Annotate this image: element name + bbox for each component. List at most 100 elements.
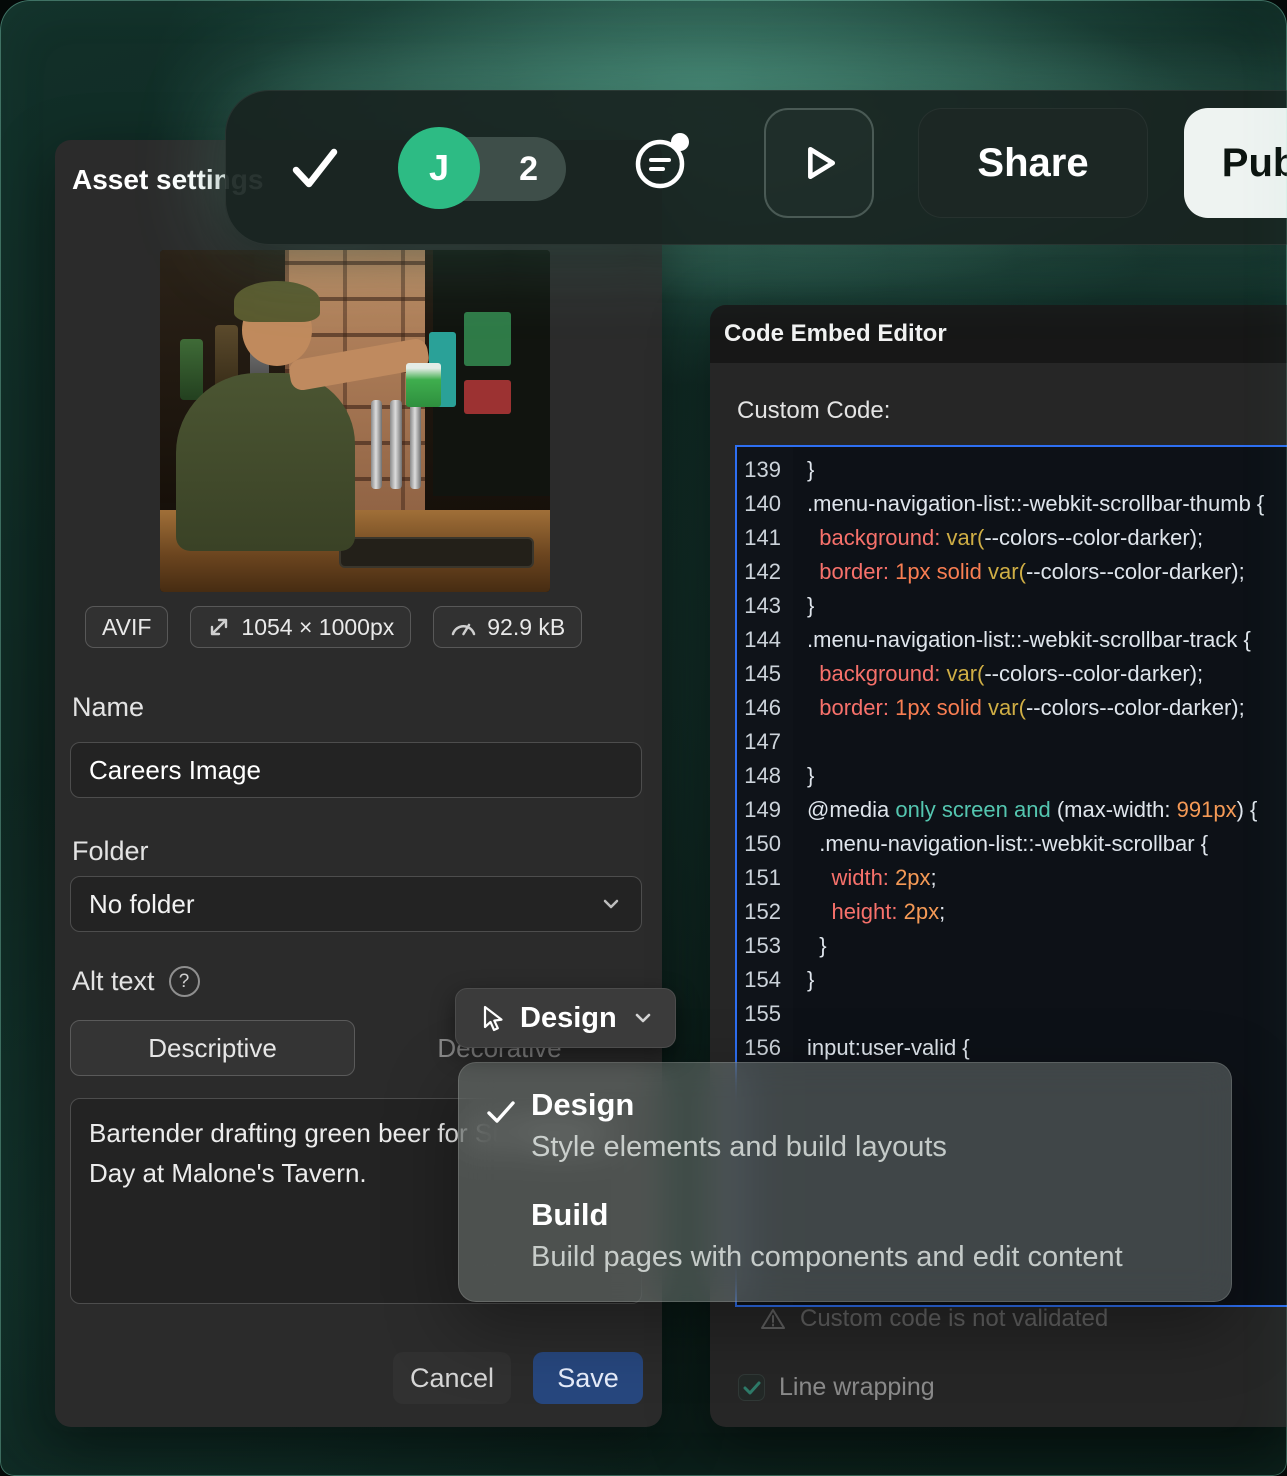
tab-descriptive-label: Descriptive: [148, 1033, 277, 1064]
line-wrapping-checkbox[interactable]: [738, 1374, 765, 1401]
mode-switcher-button[interactable]: Design: [455, 988, 676, 1048]
code-line[interactable]: 154}: [737, 963, 1287, 997]
photo-drip-tray: [339, 537, 534, 568]
code-line[interactable]: 153 }: [737, 929, 1287, 963]
line-number: 150: [737, 831, 793, 857]
code-line[interactable]: 147: [737, 725, 1287, 759]
menu-item-build-description: Build pages with components and edit con…: [531, 1241, 1123, 1274]
code-text: height: 2px;: [793, 899, 945, 925]
mode-switcher-label: Design: [520, 1002, 617, 1035]
dimensions-badge-label: 1054 × 1000px: [241, 614, 394, 641]
code-lines: 139}140.menu-navigation-list::-webkit-sc…: [737, 453, 1287, 1065]
photo-board-card: [464, 312, 511, 367]
alt-text-row: Alt text ?: [72, 966, 200, 997]
code-text: background: var(--colors--color-darker);: [793, 661, 1203, 687]
filesize-badge-label: 92.9 kB: [487, 614, 565, 641]
code-text: border: 1px solid var(--colors--color-da…: [793, 559, 1245, 585]
line-number: 156: [737, 1035, 793, 1061]
gauge-icon: [450, 616, 477, 638]
code-editor-title: Code Embed Editor: [724, 320, 947, 348]
line-number: 155: [737, 1001, 793, 1027]
line-number: 152: [737, 899, 793, 925]
photo-green-beer-glass: [406, 363, 441, 407]
share-button[interactable]: Share: [918, 108, 1148, 218]
code-line[interactable]: 140.menu-navigation-list::-webkit-scroll…: [737, 487, 1287, 521]
cursor-icon: [476, 1003, 506, 1033]
code-text: .menu-navigation-list::-webkit-scrollbar…: [793, 831, 1208, 857]
menu-item-build-label: Build: [531, 1197, 609, 1233]
code-line[interactable]: 145 background: var(--colors--color-dark…: [737, 657, 1287, 691]
format-badge-label: AVIF: [102, 614, 151, 641]
line-number: 151: [737, 865, 793, 891]
code-line[interactable]: 149@media only screen and (max-width: 99…: [737, 793, 1287, 827]
code-line[interactable]: 146 border: 1px solid var(--colors--colo…: [737, 691, 1287, 725]
code-line[interactable]: 152 height: 2px;: [737, 895, 1287, 929]
code-text: }: [793, 967, 814, 993]
code-line[interactable]: 150 .menu-navigation-list::-webkit-scrol…: [737, 827, 1287, 861]
publish-button[interactable]: Publish: [1184, 108, 1287, 218]
code-line[interactable]: 148}: [737, 759, 1287, 793]
line-number: 154: [737, 967, 793, 993]
code-line[interactable]: 142 border: 1px solid var(--colors--colo…: [737, 555, 1287, 589]
code-editor-header: Code Embed Editor: [710, 305, 1287, 363]
check-icon: [743, 1380, 761, 1396]
code-line[interactable]: 141 background: var(--colors--color-dark…: [737, 521, 1287, 555]
line-number: 142: [737, 559, 793, 585]
collaborator-count: 2: [519, 150, 538, 189]
photo-bottle: [180, 339, 203, 401]
saved-check-icon: [286, 139, 344, 197]
line-number: 147: [737, 729, 793, 755]
menu-item-build[interactable]: Build Build pages with components and ed…: [459, 1175, 1231, 1287]
code-text: width: 2px;: [793, 865, 937, 891]
filesize-badge: 92.9 kB: [433, 606, 582, 648]
photo-beer-tap: [410, 400, 422, 489]
code-line[interactable]: 143}: [737, 589, 1287, 623]
photo-bartender-torso: [176, 373, 355, 551]
name-input[interactable]: [70, 742, 642, 798]
code-line[interactable]: 151 width: 2px;: [737, 861, 1287, 895]
menu-item-design-description: Style elements and build layouts: [531, 1131, 947, 1164]
menu-item-design-label: Design: [531, 1087, 634, 1123]
app-screenshot: Asset settings AVIF: [0, 0, 1287, 1476]
top-toolbar: 2 J Share Publish: [225, 90, 1287, 245]
line-number: 153: [737, 933, 793, 959]
folder-select-value: No folder: [89, 889, 195, 920]
asset-preview-image: [160, 250, 550, 592]
cancel-button[interactable]: Cancel: [393, 1352, 511, 1404]
code-text: input:user-valid {: [793, 1035, 970, 1061]
code-line[interactable]: 144.menu-navigation-list::-webkit-scroll…: [737, 623, 1287, 657]
preview-button[interactable]: [764, 108, 874, 218]
line-number: 148: [737, 763, 793, 789]
code-text: background: var(--colors--color-darker);: [793, 525, 1203, 551]
mode-switcher-dropdown: Design Style elements and build layouts …: [458, 1062, 1232, 1302]
play-icon: [791, 135, 847, 191]
photo-beer-tap: [371, 400, 383, 489]
warning-icon: [760, 1307, 786, 1331]
code-line[interactable]: 155: [737, 997, 1287, 1031]
folder-label: Folder: [72, 836, 149, 867]
line-number: 144: [737, 627, 793, 653]
menu-item-design[interactable]: Design Style elements and build layouts: [459, 1063, 1231, 1175]
tab-descriptive[interactable]: Descriptive: [70, 1020, 355, 1076]
line-number: 139: [737, 457, 793, 483]
dimensions-badge: 1054 × 1000px: [190, 606, 411, 648]
name-label: Name: [72, 692, 144, 723]
save-button[interactable]: Save: [533, 1352, 643, 1404]
folder-select[interactable]: No folder: [70, 876, 642, 932]
avatar[interactable]: J: [398, 127, 480, 209]
code-text: }: [793, 933, 827, 959]
code-text: }: [793, 593, 814, 619]
code-line[interactable]: 156input:user-valid {: [737, 1031, 1287, 1065]
line-number: 149: [737, 797, 793, 823]
resize-icon: [207, 615, 231, 639]
photo-beer-tap: [390, 400, 402, 489]
photo-bartender-cap: [234, 281, 320, 322]
comments-button[interactable]: [630, 129, 696, 195]
format-badge: AVIF: [85, 606, 168, 648]
code-text: border: 1px solid var(--colors--color-da…: [793, 695, 1245, 721]
code-text: .menu-navigation-list::-webkit-scrollbar…: [793, 627, 1251, 653]
code-line[interactable]: 139}: [737, 453, 1287, 487]
code-text: .menu-navigation-list::-webkit-scrollbar…: [793, 491, 1264, 517]
code-text: }: [793, 457, 814, 483]
help-icon[interactable]: ?: [169, 966, 200, 997]
